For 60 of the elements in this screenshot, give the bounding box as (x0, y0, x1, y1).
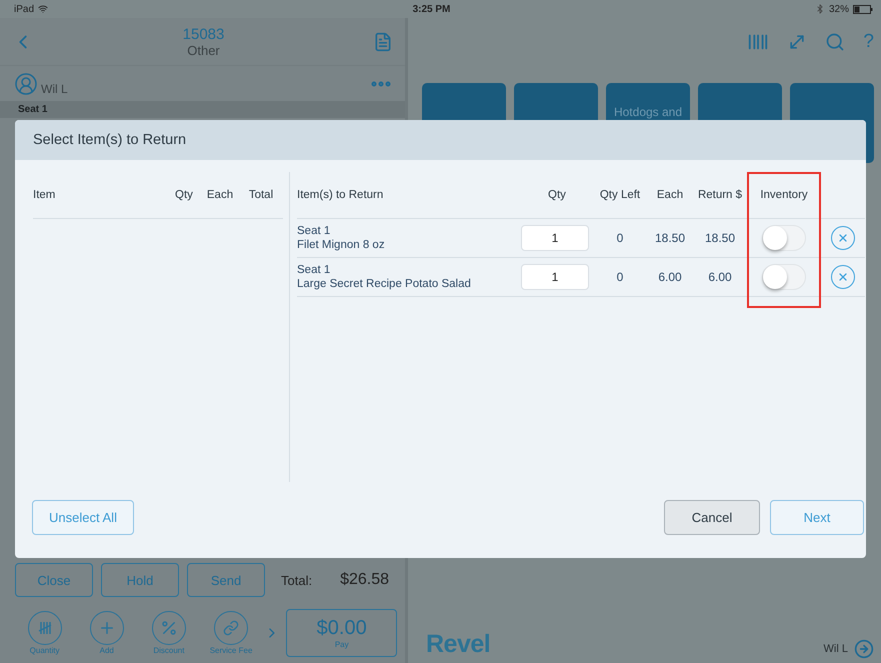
action-button[interactable]: Add (77, 611, 136, 655)
item-name: Seat 1 Large Secret Recipe Potato Salad (297, 263, 472, 291)
close-icon (837, 271, 849, 283)
order-type: Other (187, 42, 220, 58)
qty-left: 0 (616, 270, 624, 284)
help-button[interactable]: ? (863, 30, 874, 52)
order-number: 15083 (182, 26, 224, 42)
unselect-all-button[interactable]: Unselect All (32, 500, 134, 535)
action-button[interactable]: Quantity (15, 611, 74, 655)
logout-icon[interactable] (854, 639, 874, 659)
status-time: 3:25 PM (412, 4, 450, 14)
column-header: Inventory (760, 189, 808, 201)
remove-button[interactable] (831, 226, 855, 250)
footer-user: Wil L (824, 643, 848, 655)
order-button[interactable]: Hold (101, 563, 179, 597)
qty-left: 0 (616, 231, 624, 245)
action-button[interactable]: Service Fee (201, 611, 261, 655)
column-header: Each (206, 189, 234, 201)
remove-button[interactable] (831, 265, 855, 289)
pay-button[interactable]: $0.00 Pay (286, 609, 398, 657)
column-header: Item (33, 189, 56, 201)
percent-icon (160, 619, 178, 637)
qty-field[interactable]: 1 (521, 225, 589, 251)
brand-logo: Revel (426, 630, 490, 659)
column-header: Qty Left (600, 189, 640, 201)
each-price: 18.50 (654, 231, 686, 245)
total-value: $26.58 (340, 571, 389, 589)
inventory-toggle[interactable] (762, 225, 806, 251)
tally-icon (38, 621, 52, 635)
column-header: Return $ (698, 189, 742, 201)
seat-header: Seat 1 (0, 101, 405, 118)
wifi-icon (38, 4, 48, 14)
each-price: 6.00 (658, 270, 682, 284)
total-label: Total: (281, 572, 312, 588)
link-icon (223, 620, 240, 636)
column-header: Each (656, 189, 684, 201)
user-name: Wil L (41, 82, 68, 96)
return-amount: 18.50 (704, 231, 736, 245)
user-icon (14, 72, 38, 96)
battery-percent: 32% (828, 4, 849, 14)
order-button[interactable]: Send (187, 563, 265, 597)
dialog-title: Select Item(s) to Return (15, 120, 866, 160)
column-header: Qty (175, 189, 193, 201)
device-label: iPad (14, 4, 34, 14)
qty-field[interactable]: 1 (521, 264, 589, 290)
battery-icon (852, 4, 873, 14)
next-button[interactable]: Next (770, 500, 864, 535)
column-header: Item(s) to Return (297, 189, 384, 201)
item-name: Seat 1 Filet Mignon 8 oz (297, 224, 386, 252)
column-header: Qty (548, 189, 566, 201)
return-amount: 6.00 (708, 270, 732, 284)
document-icon[interactable] (373, 32, 393, 52)
close-icon (837, 232, 849, 244)
action-button[interactable]: Discount (139, 611, 198, 655)
cancel-button[interactable]: Cancel (664, 500, 760, 535)
column-header: Total (248, 189, 274, 201)
inventory-toggle[interactable] (762, 264, 806, 290)
bluetooth-icon (814, 4, 825, 14)
search-icon[interactable] (825, 32, 846, 52)
order-button[interactable]: Close (15, 563, 93, 597)
